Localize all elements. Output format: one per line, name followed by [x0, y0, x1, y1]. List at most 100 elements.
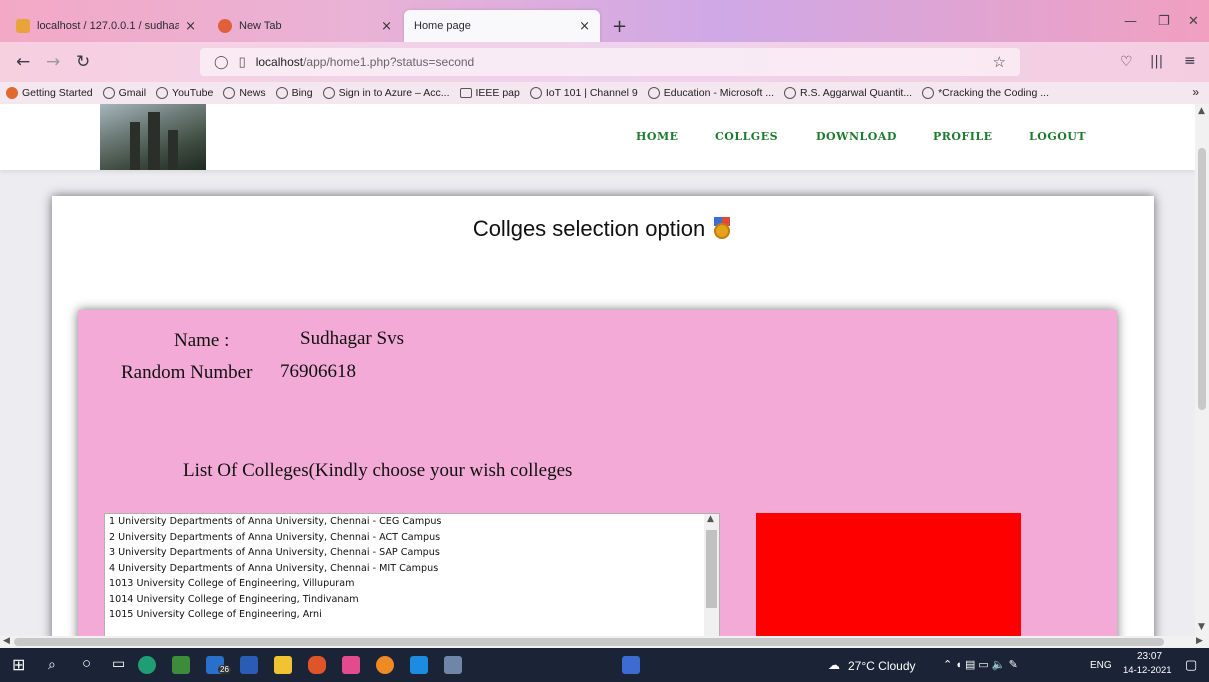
- weather-icon: ☁: [828, 658, 840, 672]
- maximize-icon[interactable]: ❐: [1158, 14, 1170, 29]
- bookmark-item[interactable]: Gmail: [102, 87, 146, 99]
- weather-status[interactable]: 27°C Cloudy: [848, 659, 916, 673]
- name-label: Name :: [174, 330, 230, 351]
- globe-icon: [223, 87, 236, 99]
- list-item[interactable]: 1013 University College of Engineering, …: [105, 576, 719, 592]
- nav-profile[interactable]: PROFILE: [933, 130, 993, 143]
- task-view-icon[interactable]: ▭: [112, 655, 125, 672]
- listbox-scrollbar[interactable]: ▲: [704, 514, 719, 636]
- bookmark-item[interactable]: Bing: [275, 87, 313, 99]
- nav-download[interactable]: DOWNLOAD: [816, 130, 897, 143]
- notification-icon[interactable]: ▢: [1185, 657, 1197, 673]
- back-arrow-icon[interactable]: ←: [16, 52, 30, 72]
- folder-icon: [459, 88, 472, 98]
- page-viewport: HOME COLLGES DOWNLOAD PROFILE LOGOUT Col…: [0, 104, 1195, 636]
- bookmark-item[interactable]: Getting Started: [6, 87, 93, 99]
- list-item[interactable]: 1 University Departments of Anna Univers…: [105, 514, 719, 530]
- bookmark-item[interactable]: YouTube: [156, 87, 213, 99]
- library-icon[interactable]: |||: [1150, 54, 1163, 69]
- tab-label: New Tab: [239, 20, 282, 32]
- file-explorer-icon[interactable]: [274, 656, 292, 674]
- phpmyadmin-icon: [16, 19, 30, 33]
- word-icon[interactable]: [240, 656, 258, 674]
- name-value: Sudhagar Svs: [300, 328, 404, 349]
- bookmark-item[interactable]: News: [223, 87, 266, 99]
- close-window-icon[interactable]: ✕: [1188, 14, 1199, 29]
- bookmark-item[interactable]: Education - Microsoft ...: [647, 87, 774, 99]
- firefox-icon[interactable]: [376, 656, 394, 674]
- tab-label: Home page: [414, 20, 471, 32]
- brave-icon[interactable]: [308, 656, 326, 674]
- edge-icon[interactable]: [138, 656, 156, 674]
- store-icon[interactable]: [172, 656, 190, 674]
- globe-icon: [922, 87, 935, 99]
- menu-icon[interactable]: ≡: [1184, 53, 1196, 69]
- cortana-icon[interactable]: ○: [82, 655, 91, 672]
- page-vertical-scrollbar[interactable]: ▲ ▼: [1195, 104, 1209, 636]
- list-item[interactable]: 3 University Departments of Anna Univers…: [105, 545, 719, 561]
- globe-icon: [647, 87, 660, 99]
- tab-label: localhost / 127.0.0.1 / sudhaa /: [37, 20, 180, 32]
- bookmarks-toolbar: Getting Started Gmail YouTube News Bing …: [0, 82, 1209, 104]
- bookmark-star-icon[interactable]: ☆: [993, 53, 1006, 71]
- page-horizontal-scrollbar[interactable]: ◀ ▶: [0, 636, 1209, 648]
- app-icon[interactable]: [622, 656, 640, 674]
- close-tab-icon[interactable]: ×: [579, 19, 590, 34]
- new-tab-button[interactable]: +: [612, 16, 627, 37]
- clock-time[interactable]: 23:07: [1137, 651, 1162, 662]
- tab-home-page[interactable]: Home page ×: [404, 10, 600, 42]
- address-bar[interactable]: ◯ ▯ localhost/app/home1.php?status=secon…: [200, 48, 1020, 76]
- search-icon[interactable]: ⌕: [48, 656, 56, 673]
- scroll-right-icon[interactable]: ▶: [1196, 636, 1203, 646]
- reload-icon[interactable]: ↻: [76, 52, 90, 72]
- list-item[interactable]: 1015 University College of Engineering, …: [105, 607, 719, 623]
- url-host: localhost: [255, 55, 304, 69]
- list-item[interactable]: 2 University Departments of Anna Univers…: [105, 530, 719, 546]
- forward-arrow-icon[interactable]: →: [46, 52, 60, 72]
- site-logo-image: [100, 104, 206, 170]
- random-number-value: 76906618: [280, 361, 356, 382]
- shield-icon: ◯: [214, 54, 229, 69]
- globe-icon: [102, 87, 115, 99]
- tray-icons[interactable]: ⌃ ◖ ▤ ▭ 🔈 ✎: [943, 658, 1018, 671]
- vscode-icon[interactable]: [410, 656, 428, 674]
- colleges-listbox[interactable]: 1 University Departments of Anna Univers…: [104, 513, 720, 636]
- globe-icon: [275, 87, 288, 99]
- nav-logout[interactable]: LOGOUT: [1029, 130, 1086, 143]
- medal-icon: [711, 217, 733, 239]
- remote-desktop-icon[interactable]: [444, 656, 462, 674]
- language-indicator[interactable]: ENG: [1090, 660, 1112, 671]
- nav-home[interactable]: HOME: [636, 130, 679, 143]
- list-item[interactable]: 1014 University College of Engineering, …: [105, 592, 719, 608]
- scroll-up-icon[interactable]: ▲: [707, 514, 714, 524]
- list-item[interactable]: 4 University Departments of Anna Univers…: [105, 561, 719, 577]
- windows-taskbar: ⊞ ⌕ ○ ▭ 26 ☁ 27°C Cloudy ⌃ ◖ ▤ ▭ 🔈 ✎ ENG…: [0, 648, 1209, 682]
- windows-start-icon[interactable]: ⊞: [12, 655, 25, 675]
- student-panel: Name : Sudhagar Svs Random Number 769066…: [78, 310, 1117, 636]
- clock-date[interactable]: 14-12-2021: [1123, 665, 1172, 676]
- bookmark-item[interactable]: R.S. Aggarwal Quantit...: [784, 87, 912, 99]
- red-panel: [756, 513, 1021, 636]
- browser-tab-bar: localhost / 127.0.0.1 / sudhaa / × New T…: [0, 0, 1209, 42]
- page-icon: ▯: [238, 54, 246, 69]
- tab-new-tab[interactable]: New Tab ×: [208, 10, 402, 42]
- globe-icon: [322, 87, 335, 99]
- scrollbar-thumb[interactable]: [14, 638, 1164, 646]
- bookmark-item[interactable]: *Cracking the Coding ...: [922, 87, 1049, 99]
- minimize-icon[interactable]: —: [1124, 14, 1137, 29]
- bookmarks-overflow-icon[interactable]: »: [1192, 85, 1199, 99]
- close-tab-icon[interactable]: ×: [185, 19, 196, 34]
- pocket-icon[interactable]: ♡: [1120, 54, 1133, 70]
- nav-collges[interactable]: COLLGES: [715, 130, 778, 143]
- bookmark-folder[interactable]: IEEE pap: [459, 87, 520, 99]
- bookmark-item[interactable]: Sign in to Azure – Acc...: [322, 87, 450, 99]
- scroll-down-icon[interactable]: ▼: [1198, 622, 1205, 632]
- tab-phpmyadmin[interactable]: localhost / 127.0.0.1 / sudhaa / ×: [6, 10, 206, 42]
- scrollbar-thumb[interactable]: [706, 530, 717, 608]
- scrollbar-thumb[interactable]: [1198, 148, 1206, 410]
- xampp-icon[interactable]: [342, 656, 360, 674]
- bookmark-item[interactable]: IoT 101 | Channel 9: [529, 87, 638, 99]
- scroll-left-icon[interactable]: ◀: [3, 636, 10, 646]
- scroll-up-icon[interactable]: ▲: [1198, 106, 1205, 116]
- close-tab-icon[interactable]: ×: [381, 19, 392, 34]
